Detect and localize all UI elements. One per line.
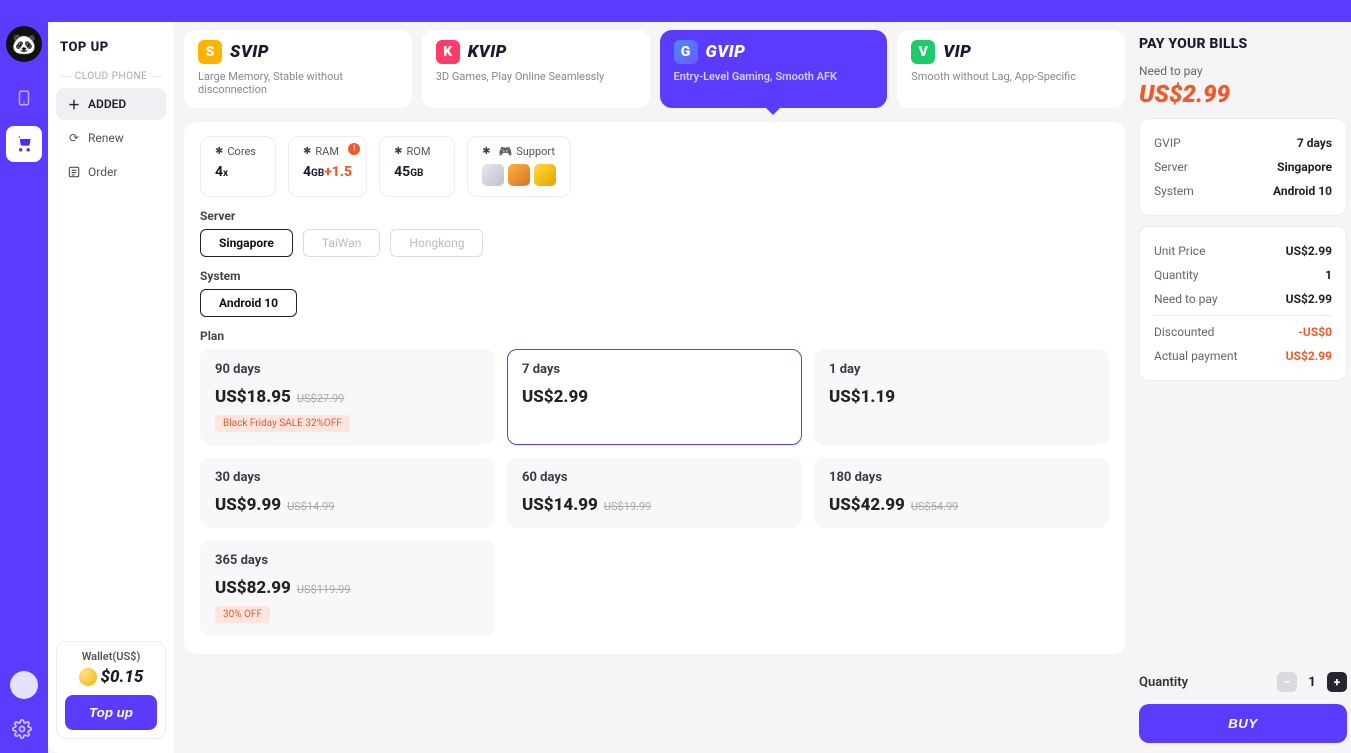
coin-icon bbox=[79, 668, 97, 686]
quantity-minus-button[interactable]: − bbox=[1277, 672, 1297, 692]
refresh-icon: ⟳ bbox=[66, 130, 82, 146]
wallet-widget: Wallet(US$) $0.15 Top up bbox=[56, 641, 166, 739]
spec-support: 🎮 Support bbox=[467, 136, 571, 197]
supported-game-icon bbox=[534, 164, 556, 186]
buy-button[interactable]: BUY bbox=[1139, 704, 1347, 743]
quantity-plus-button[interactable]: + bbox=[1327, 672, 1347, 692]
tier-vip[interactable]: VVIP Smooth without Lag, App-Specific bbox=[897, 30, 1125, 108]
pay-title: PAY YOUR BILLS bbox=[1139, 36, 1347, 52]
server-heading: Server bbox=[200, 209, 1109, 223]
nav-label: Order bbox=[88, 165, 117, 179]
plus-icon: ＋ bbox=[66, 96, 82, 112]
tier-badge-icon: S bbox=[198, 40, 222, 64]
quantity-value: 1 bbox=[1305, 675, 1319, 690]
tier-gvip[interactable]: GGVIP Entry-Level Gaming, Smooth AFK bbox=[660, 30, 888, 108]
sidebar: TOP UP CLOUD PHONE ＋ ADDED ⟳ Renew Order… bbox=[48, 22, 174, 753]
wallet-label: Wallet(US$) bbox=[65, 650, 157, 663]
price-box: Unit PriceUS$2.99 Quantity1 Need to payU… bbox=[1139, 226, 1347, 381]
warning-icon: ! bbox=[348, 143, 360, 155]
plan-7days[interactable]: 7 days US$2.99 bbox=[507, 349, 802, 445]
nav-label: Renew bbox=[88, 131, 124, 145]
nav-label: ADDED bbox=[88, 97, 126, 111]
plan-60days[interactable]: 60 days US$14.99US$19.99 bbox=[507, 457, 802, 528]
summary-box: GVIP7 days ServerSingapore SystemAndroid… bbox=[1139, 118, 1347, 216]
plan-1day[interactable]: 1 day US$1.19 bbox=[814, 349, 1109, 445]
tier-badge-icon: K bbox=[436, 40, 460, 64]
sidebar-item-order[interactable]: Order bbox=[56, 156, 166, 188]
list-icon bbox=[66, 164, 82, 180]
server-taiwan[interactable]: TaiWan bbox=[303, 229, 381, 257]
quantity-row: Quantity − 1 + bbox=[1139, 672, 1347, 692]
plan-30days[interactable]: 30 days US$9.99US$14.99 bbox=[200, 457, 495, 528]
main-area: SSVIP Large Memory, Stable without disco… bbox=[174, 22, 1135, 753]
plan-90days[interactable]: 90 days US$18.95US$27.99 Black Friday SA… bbox=[200, 349, 495, 445]
top-bar bbox=[0, 0, 1351, 22]
amount-display: US$2.99 bbox=[1139, 80, 1347, 108]
spec-rom: ROM 45GB bbox=[379, 136, 455, 197]
tier-tabs: SSVIP Large Memory, Stable without disco… bbox=[184, 30, 1125, 108]
wallet-amount: $0.15 bbox=[65, 667, 157, 687]
tier-svip[interactable]: SSVIP Large Memory, Stable without disco… bbox=[184, 30, 412, 108]
sidebar-item-renew[interactable]: ⟳ Renew bbox=[56, 122, 166, 154]
system-heading: System bbox=[200, 269, 1109, 283]
nav-rail: 🐼 bbox=[0, 22, 48, 753]
topup-button[interactable]: Top up bbox=[65, 695, 157, 730]
plan-180days[interactable]: 180 days US$42.99US$54.99 bbox=[814, 457, 1109, 528]
system-android10[interactable]: Android 10 bbox=[200, 289, 297, 317]
supported-game-icon bbox=[508, 164, 530, 186]
server-hongkong[interactable]: Hongkong bbox=[390, 229, 483, 257]
rail-phone-icon[interactable] bbox=[8, 82, 40, 114]
supported-game-icon bbox=[482, 164, 504, 186]
server-singapore[interactable]: Singapore bbox=[200, 229, 293, 257]
tier-badge-icon: V bbox=[911, 40, 935, 64]
settings-icon[interactable] bbox=[12, 719, 36, 743]
tier-badge-icon: G bbox=[674, 40, 698, 64]
tier-kvip[interactable]: KKVIP 3D Games, Play Online Seamlessly bbox=[422, 30, 650, 108]
sidebar-category: CLOUD PHONE bbox=[56, 71, 166, 82]
spec-ram: RAM ! 4GB+1.5 bbox=[288, 136, 367, 197]
plan-heading: Plan bbox=[200, 329, 1109, 343]
avatar[interactable] bbox=[10, 671, 38, 699]
rail-shop-icon[interactable] bbox=[6, 126, 42, 162]
plan-365days[interactable]: 365 days US$82.99US$119.99 30% OFF bbox=[200, 540, 495, 636]
spec-cores: Cores 4x bbox=[200, 136, 276, 197]
need-to-pay-label: Need to pay bbox=[1139, 64, 1347, 78]
sidebar-item-added[interactable]: ＋ ADDED bbox=[56, 88, 166, 120]
logo[interactable]: 🐼 bbox=[0, 22, 48, 66]
sidebar-title: TOP UP bbox=[56, 36, 166, 59]
specs-card: Cores 4x RAM ! 4GB+1.5 ROM 45GB 🎮 Suppor… bbox=[184, 122, 1125, 654]
pay-panel: PAY YOUR BILLS Need to pay US$2.99 GVIP7… bbox=[1135, 22, 1351, 753]
